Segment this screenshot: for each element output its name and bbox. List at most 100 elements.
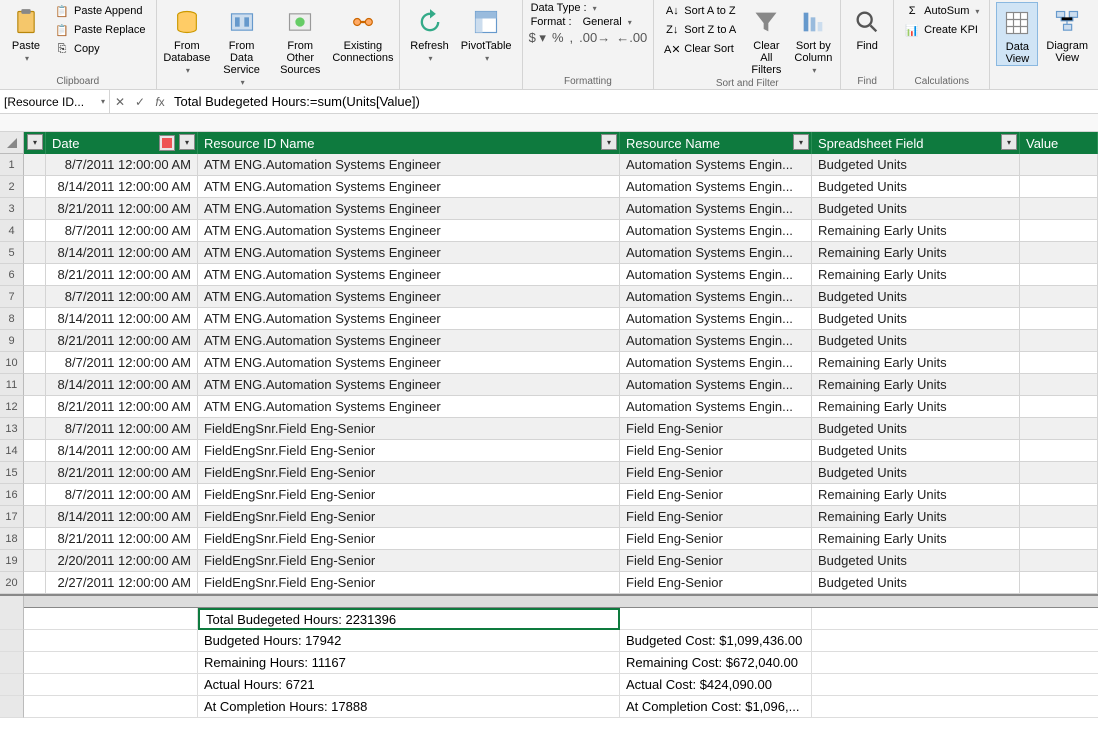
row-checkbox-cell[interactable] (24, 440, 46, 462)
measure-remaining-cost[interactable]: Remaining Cost: $672,040.00 (620, 652, 812, 674)
paste-append-button[interactable]: 📋Paste Append (50, 2, 150, 20)
measure-actual-hours[interactable]: Actual Hours: 6721 (198, 674, 620, 696)
table-row[interactable]: 188/21/2011 12:00:00 AMFieldEngSnr.Field… (0, 528, 1098, 550)
cell-date[interactable]: 8/21/2011 12:00:00 AM (46, 396, 198, 418)
row-header[interactable]: 12 (0, 396, 24, 418)
row-checkbox-cell[interactable] (24, 154, 46, 176)
row-header[interactable]: 20 (0, 572, 24, 594)
row-checkbox-cell[interactable] (24, 352, 46, 374)
row-header[interactable]: 15 (0, 462, 24, 484)
cancel-formula-button[interactable]: ✕ (110, 95, 130, 109)
cell-resource-id-name[interactable]: ATM ENG.Automation Systems Engineer (198, 264, 620, 286)
table-row[interactable]: 12 8/21/2011 12:00:00 AMATM ENG.Automatio… (0, 396, 1098, 418)
table-row[interactable]: 168/7/2011 12:00:00 AMFieldEngSnr.Field … (0, 484, 1098, 506)
cell-resource-name[interactable]: Field Eng-Senior (620, 484, 812, 506)
cell-resource-id-name[interactable]: FieldEngSnr.Field Eng-Senior (198, 462, 620, 484)
percent-format-button[interactable]: % (552, 30, 564, 46)
sort-za-button[interactable]: Z↓Sort Z to A (660, 21, 740, 39)
accept-formula-button[interactable]: ✓ (130, 95, 150, 109)
cell-resource-name[interactable]: Field Eng-Senior (620, 418, 812, 440)
cell-resource-id-name[interactable]: ATM ENG.Automation Systems Engineer (198, 374, 620, 396)
increase-decimal-button[interactable]: .00→ (579, 30, 610, 46)
row-header[interactable]: 13 (0, 418, 24, 440)
sort-az-button[interactable]: A↓Sort A to Z (660, 2, 740, 20)
clear-sort-button[interactable]: A✕Clear Sort (660, 40, 740, 58)
measure-actual-cost[interactable]: Actual Cost: $424,090.00 (620, 674, 812, 696)
row-header[interactable]: 2 (0, 176, 24, 198)
column-header-value[interactable]: Value (1020, 132, 1098, 154)
cell-resource-id-name[interactable]: ATM ENG.Automation Systems Engineer (198, 286, 620, 308)
cell-spreadsheet-field[interactable]: Remaining Early Units (812, 352, 1020, 374)
cell-value[interactable] (1020, 242, 1098, 264)
cell-date[interactable]: 8/21/2011 12:00:00 AM (46, 198, 198, 220)
row-checkbox-cell[interactable] (24, 550, 46, 572)
cell-value[interactable] (1020, 220, 1098, 242)
measure-at-completion-cost[interactable]: At Completion Cost: $1,096,... (620, 696, 812, 718)
row-checkbox-cell[interactable] (24, 286, 46, 308)
cell-date[interactable]: 8/14/2011 12:00:00 AM (46, 176, 198, 198)
cell-value[interactable] (1020, 198, 1098, 220)
cell-resource-id-name[interactable]: ATM ENG.Automation Systems Engineer (198, 242, 620, 264)
table-row[interactable]: 3 8/21/2011 12:00:00 AMATM ENG.Automation… (0, 198, 1098, 220)
cell-resource-name[interactable]: Field Eng-Senior (620, 572, 812, 594)
cell-date[interactable]: 8/14/2011 12:00:00 AM (46, 374, 198, 396)
cell-date[interactable]: 8/21/2011 12:00:00 AM (46, 330, 198, 352)
column-header-checkbox[interactable]: ▾ (24, 132, 46, 154)
column-header-resource-name[interactable]: Resource Name▾ (620, 132, 812, 154)
cell-value[interactable] (1020, 330, 1098, 352)
cell-resource-name[interactable]: Automation Systems Engin... (620, 330, 812, 352)
cell-resource-id-name[interactable]: ATM ENG.Automation Systems Engineer (198, 176, 620, 198)
paste-button[interactable]: Paste (6, 2, 46, 64)
table-row[interactable]: 78/7/2011 12:00:00 AMATM ENG.Automation … (0, 286, 1098, 308)
row-checkbox-cell[interactable] (24, 484, 46, 506)
row-checkbox-cell[interactable] (24, 418, 46, 440)
cell-resource-id-name[interactable]: ATM ENG.Automation Systems Engineer (198, 396, 620, 418)
cell-value[interactable] (1020, 352, 1098, 374)
cell-resource-name[interactable]: Automation Systems Engin... (620, 242, 812, 264)
cell-spreadsheet-field[interactable]: Budgeted Units (812, 418, 1020, 440)
cell-resource-id-name[interactable]: FieldEngSnr.Field Eng-Senior (198, 506, 620, 528)
cell-value[interactable] (1020, 550, 1098, 572)
row-header[interactable]: 19 (0, 550, 24, 572)
cell-spreadsheet-field[interactable]: Budgeted Units (812, 572, 1020, 594)
cell-resource-id-name[interactable]: FieldEngSnr.Field Eng-Senior (198, 550, 620, 572)
cell-value[interactable] (1020, 440, 1098, 462)
row-header[interactable]: 5 (0, 242, 24, 264)
row-header[interactable]: 3 (0, 198, 24, 220)
cell-spreadsheet-field[interactable]: Remaining Early Units (812, 264, 1020, 286)
cell-resource-id-name[interactable]: ATM ENG.Automation Systems Engineer (198, 198, 620, 220)
create-kpi-button[interactable]: 📊Create KPI (900, 21, 983, 39)
cell-resource-name[interactable]: Automation Systems Engin... (620, 220, 812, 242)
cell-date[interactable]: 2/27/2011 12:00:00 AM (46, 572, 198, 594)
cell-resource-name[interactable]: Field Eng-Senior (620, 462, 812, 484)
table-row[interactable]: 178/14/2011 12:00:00 AMFieldEngSnr.Field… (0, 506, 1098, 528)
row-checkbox-cell[interactable] (24, 242, 46, 264)
cell-value[interactable] (1020, 418, 1098, 440)
copy-button[interactable]: ⎘Copy (50, 40, 150, 58)
table-row[interactable]: 158/21/2011 12:00:00 AMFieldEngSnr.Field… (0, 462, 1098, 484)
cell-date[interactable]: 8/14/2011 12:00:00 AM (46, 242, 198, 264)
table-row[interactable]: 5 8/14/2011 12:00:00 AMATM ENG.Automation… (0, 242, 1098, 264)
table-row[interactable]: 11 8/14/2011 12:00:00 AMATM ENG.Automatio… (0, 374, 1098, 396)
cell-resource-name[interactable]: Automation Systems Engin... (620, 286, 812, 308)
cell-spreadsheet-field[interactable]: Remaining Early Units (812, 374, 1020, 396)
cell-spreadsheet-field[interactable]: Budgeted Units (812, 154, 1020, 176)
row-header[interactable]: 11 (0, 374, 24, 396)
cell-date[interactable]: 8/7/2011 12:00:00 AM (46, 220, 198, 242)
column-header-spreadsheet-field[interactable]: Spreadsheet Field▾ (812, 132, 1020, 154)
row-checkbox-cell[interactable] (24, 330, 46, 352)
row-checkbox-cell[interactable] (24, 308, 46, 330)
cell-resource-id-name[interactable]: ATM ENG.Automation Systems Engineer (198, 220, 620, 242)
cell-spreadsheet-field[interactable]: Budgeted Units (812, 198, 1020, 220)
cell-date[interactable]: 8/14/2011 12:00:00 AM (46, 440, 198, 462)
cell-value[interactable] (1020, 528, 1098, 550)
cell-date[interactable]: 8/21/2011 12:00:00 AM (46, 264, 198, 286)
table-row[interactable]: 6 8/21/2011 12:00:00 AMATM ENG.Automation… (0, 264, 1098, 286)
cell-resource-id-name[interactable]: ATM ENG.Automation Systems Engineer (198, 330, 620, 352)
formula-input[interactable] (170, 90, 1098, 113)
cell-spreadsheet-field[interactable]: Remaining Early Units (812, 484, 1020, 506)
row-header[interactable]: 6 (0, 264, 24, 286)
cell-resource-id-name[interactable]: ATM ENG.Automation Systems Engineer (198, 308, 620, 330)
cell-resource-id-name[interactable]: ATM ENG.Automation Systems Engineer (198, 154, 620, 176)
cell-resource-name[interactable]: Field Eng-Senior (620, 506, 812, 528)
